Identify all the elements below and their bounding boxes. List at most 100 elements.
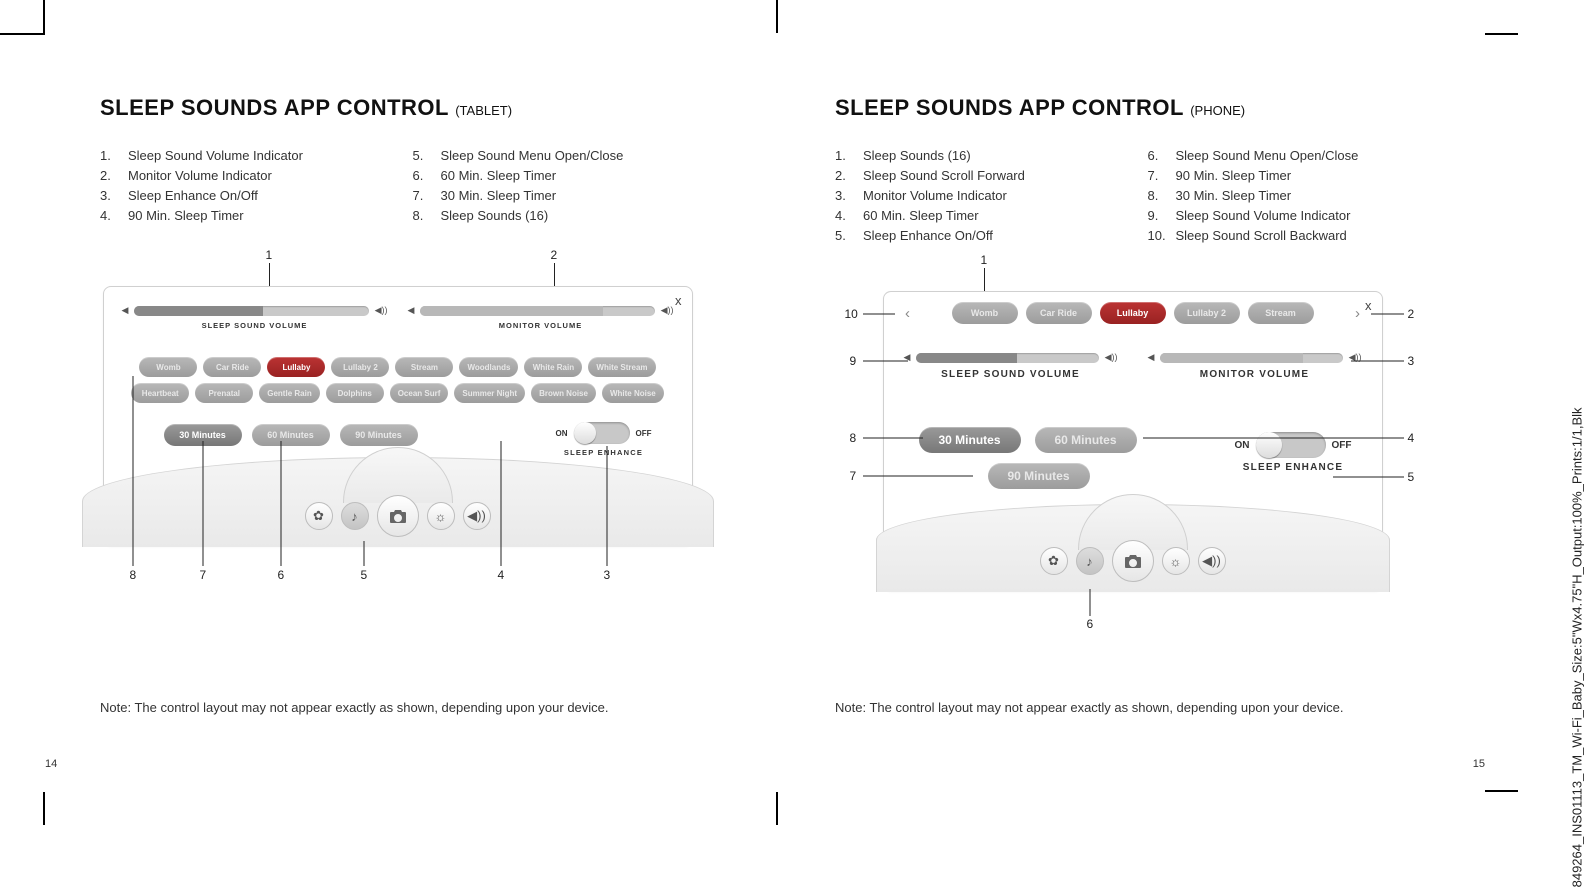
callout-p6: 6 — [1087, 617, 1094, 631]
sleep-sound-volume-slider[interactable]: ◀ ◀)) — [122, 305, 388, 316]
close-icon[interactable]: x — [675, 293, 682, 308]
sound-pill[interactable]: Stream — [1248, 302, 1314, 324]
page-number-15: 15 — [1473, 758, 1485, 770]
legend-item: 1.Sleep Sound Volume Indicator — [100, 146, 383, 166]
sound-pill[interactable]: White Noise — [602, 383, 664, 403]
heading-tablet: SLEEP SOUNDS APP CONTROL (TABLET) — [100, 95, 695, 121]
chevron-right-icon[interactable]: › — [1349, 305, 1367, 322]
music-note-icon[interactable]: ♪ — [1076, 547, 1104, 575]
legend-item: 4.60 Min. Sleep Timer — [835, 206, 1118, 226]
callout-1: 1 — [266, 248, 273, 262]
callout-p9: 9 — [850, 354, 857, 368]
sound-pill[interactable]: Stream — [395, 357, 453, 377]
sound-pill[interactable]: Ocean Surf — [390, 383, 449, 403]
callout-6: 6 — [278, 568, 285, 582]
sound-pill[interactable]: Womb — [952, 302, 1018, 324]
legend-item: 2.Monitor Volume Indicator — [100, 166, 383, 186]
timer-pill[interactable]: 90 Minutes — [340, 424, 418, 446]
legend-item: 10.Sleep Sound Scroll Backward — [1148, 226, 1431, 246]
legend-item: 5.Sleep Enhance On/Off — [835, 226, 1118, 246]
callout-3: 3 — [604, 568, 611, 582]
timer-pill[interactable]: 30 Minutes — [164, 424, 242, 446]
callout-p1: 1 — [981, 253, 988, 267]
sound-pill[interactable]: Woodlands — [459, 357, 518, 377]
callout-5: 5 — [361, 568, 368, 582]
callout-8: 8 — [130, 568, 137, 582]
legend-phone: 1.Sleep Sounds (16)2.Sleep Sound Scroll … — [835, 146, 1430, 246]
callout-p7: 7 — [850, 469, 857, 483]
speaker-high-icon: ◀)) — [1105, 352, 1118, 363]
sound-pill[interactable]: Brown Noise — [531, 383, 596, 403]
legend-item: 6.60 Min. Sleep Timer — [413, 166, 696, 186]
legend-tablet: 1.Sleep Sound Volume Indicator2.Monitor … — [100, 146, 695, 226]
music-note-icon[interactable]: ♪ — [341, 502, 369, 530]
sound-pill[interactable]: Lullaby — [1100, 302, 1166, 324]
speaker-low-icon: ◀ — [1148, 352, 1155, 363]
gear-icon[interactable]: ✿ — [1040, 547, 1068, 575]
tablet-panel: 1 2 x ◀ ◀)) SLEEP SOUND VOLUME — [103, 266, 693, 556]
callout-2: 2 — [551, 248, 558, 262]
legend-item: 7.90 Min. Sleep Timer — [1148, 166, 1431, 186]
legend-item: 3.Sleep Enhance On/Off — [100, 186, 383, 206]
legend-item: 3.Monitor Volume Indicator — [835, 186, 1118, 206]
sound-pill[interactable]: Lullaby 2 — [1174, 302, 1240, 324]
sleep-sound-volume-slider[interactable]: ◀ ◀)) — [904, 352, 1118, 363]
callout-4: 4 — [498, 568, 505, 582]
bulb-icon[interactable]: ☼ — [1162, 547, 1190, 575]
bulb-icon[interactable]: ☼ — [427, 502, 455, 530]
camera-icon[interactable] — [1112, 540, 1154, 582]
sleep-enhance-toggle[interactable]: ON OFF — [1235, 432, 1352, 458]
callout-p5: 5 — [1408, 470, 1415, 484]
speaker-high-icon: ◀)) — [1349, 352, 1362, 363]
callout-p3: 3 — [1408, 354, 1415, 368]
note-phone: Note: The control layout may not appear … — [835, 700, 1430, 715]
timer-pill[interactable]: 60 Minutes — [252, 424, 330, 446]
gear-icon[interactable]: ✿ — [305, 502, 333, 530]
sound-pill[interactable]: Summer Night — [454, 383, 525, 403]
timer-pill[interactable]: 90 Minutes — [988, 463, 1090, 489]
sound-pill[interactable]: Car Ride — [1026, 302, 1092, 324]
legend-item: 6.Sleep Sound Menu Open/Close — [1148, 146, 1431, 166]
legend-item: 4.90 Min. Sleep Timer — [100, 206, 383, 226]
camera-icon[interactable] — [377, 495, 419, 537]
sound-pill[interactable]: Car Ride — [203, 357, 261, 377]
sound-pill[interactable]: Heartbeat — [131, 383, 189, 403]
callout-p10: 10 — [845, 307, 858, 321]
heading-phone: SLEEP SOUNDS APP CONTROL (PHONE) — [835, 95, 1430, 121]
sound-pill[interactable]: Lullaby — [267, 357, 325, 377]
sound-pill[interactable]: Prenatal — [195, 383, 253, 403]
legend-item: 7.30 Min. Sleep Timer — [413, 186, 696, 206]
sound-pill[interactable]: Gentle Rain — [259, 383, 319, 403]
sleep-enhance-toggle[interactable]: ON OFF — [556, 422, 652, 444]
sound-list: Womb Car Ride Lullaby Lullaby 2 Stream — [923, 302, 1343, 324]
chevron-left-icon[interactable]: ‹ — [899, 305, 917, 322]
monitor-volume-slider[interactable]: ◀ ◀)) — [1148, 352, 1362, 363]
sound-pill[interactable]: White Stream — [588, 357, 655, 377]
legend-item: 9.Sleep Sound Volume Indicator — [1148, 206, 1431, 226]
callout-p2: 2 — [1408, 307, 1415, 321]
phone-panel: 1 x ‹ WombCar RideLullabyLullaby 2Stream… — [853, 271, 1413, 601]
callout-7: 7 — [200, 568, 207, 582]
sound-pill[interactable]: Womb — [139, 357, 197, 377]
print-spec-label: 849264_INS01113_TM_Wi-Fi_Baby_Size:5"Wx4… — [1570, 408, 1585, 887]
speaker-icon[interactable]: ◀)) — [1198, 547, 1226, 575]
speaker-high-icon: ◀)) — [661, 305, 674, 316]
speaker-low-icon: ◀ — [904, 352, 911, 363]
legend-item: 5.Sleep Sound Menu Open/Close — [413, 146, 696, 166]
monitor-volume-slider[interactable]: ◀ ◀)) — [408, 305, 674, 316]
speaker-low-icon: ◀ — [408, 305, 415, 316]
sound-pill[interactable]: Dolphins — [326, 383, 384, 403]
page-number-14: 14 — [45, 758, 57, 770]
legend-item: 2.Sleep Sound Scroll Forward — [835, 166, 1118, 186]
timer-pill[interactable]: 60 Minutes — [1035, 427, 1137, 453]
sound-list: Womb Car Ride Lullaby Lullaby 2 Stream Woodla… — [114, 357, 682, 403]
callout-p4: 4 — [1408, 431, 1415, 445]
sound-pill[interactable]: White Rain — [524, 357, 582, 377]
timer-pill[interactable]: 30 Minutes — [919, 427, 1021, 453]
legend-item: 1.Sleep Sounds (16) — [835, 146, 1118, 166]
speaker-high-icon: ◀)) — [375, 305, 388, 316]
note-tablet: Note: The control layout may not appear … — [100, 700, 695, 715]
callout-p8: 8 — [850, 431, 857, 445]
speaker-icon[interactable]: ◀)) — [463, 502, 491, 530]
sound-pill[interactable]: Lullaby 2 — [331, 357, 389, 377]
